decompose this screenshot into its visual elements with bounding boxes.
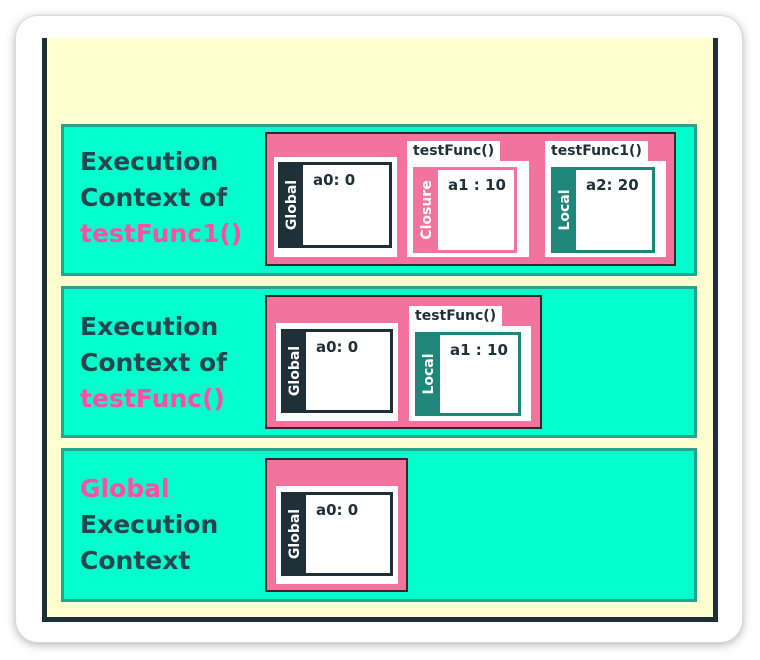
closure-scope-box: Closure a1 : 10 xyxy=(413,167,517,253)
local-scope-box: Local a2: 20 xyxy=(551,167,655,253)
scope-tab: testFunc() xyxy=(407,141,501,161)
local-scope: testFunc1() Local a2: 20 xyxy=(545,141,666,257)
global-scope: Global a0: 0 xyxy=(276,323,398,421)
label-line1: Execution xyxy=(80,147,219,176)
label-line1: Execution xyxy=(80,510,219,539)
variable-value: a1 : 10 xyxy=(450,341,508,359)
label-highlight: Global xyxy=(80,474,170,503)
scope-strip: Closure xyxy=(416,170,438,250)
global-scope-box: Global a0: 0 xyxy=(281,329,393,413)
global-scope-box: Global a0: 0 xyxy=(278,162,392,248)
context-box: Global a0: 0 testFunc() Closure a1 : 10 … xyxy=(265,132,676,266)
scope-strip: Global xyxy=(281,165,303,245)
scope-tab: testFunc() xyxy=(409,306,503,326)
global-scope-box: Global a0: 0 xyxy=(281,492,393,576)
scope-strip: Global xyxy=(284,495,306,573)
scope-type: Global xyxy=(287,508,303,560)
label-highlight: testFunc() xyxy=(80,384,225,413)
scope-strip: Local xyxy=(418,335,440,413)
context-box: Global a0: 0 testFunc() Local a1 : 10 xyxy=(265,295,542,429)
variable-value: a0: 0 xyxy=(316,338,359,356)
variable-value: a0: 0 xyxy=(313,171,356,189)
label-line1: Execution xyxy=(80,312,219,341)
variable-value: a1 : 10 xyxy=(448,176,506,194)
scope-type: Closure xyxy=(419,180,435,240)
label-line2: Context of xyxy=(80,183,228,212)
label-line2: Context xyxy=(80,546,191,575)
scope-type: Global xyxy=(287,345,303,397)
row-label: Execution Context of testFunc1() xyxy=(80,144,242,252)
scope-type: Local xyxy=(557,189,573,231)
scope-type: Local xyxy=(421,353,437,395)
label-line2: Context of xyxy=(80,348,228,377)
local-scope-box: Local a1 : 10 xyxy=(415,332,521,416)
label-highlight: testFunc1() xyxy=(80,219,243,248)
scope-strip: Local xyxy=(554,170,576,250)
row-label: Execution Context of testFunc() xyxy=(80,309,227,417)
row-label: Global Execution Context xyxy=(80,471,218,579)
closure-scope: testFunc() Closure a1 : 10 xyxy=(407,141,529,257)
context-box: Global a0: 0 xyxy=(265,458,408,592)
local-scope: testFunc() Local a1 : 10 xyxy=(409,306,531,421)
global-scope: Global a0: 0 xyxy=(276,486,398,584)
global-scope: Global a0: 0 xyxy=(274,157,397,257)
variable-value: a2: 20 xyxy=(586,176,639,194)
scope-tab: testFunc1() xyxy=(545,141,648,161)
scope-strip: Global xyxy=(284,332,306,410)
scope-type: Global xyxy=(284,179,300,231)
variable-value: a0: 0 xyxy=(316,501,359,519)
